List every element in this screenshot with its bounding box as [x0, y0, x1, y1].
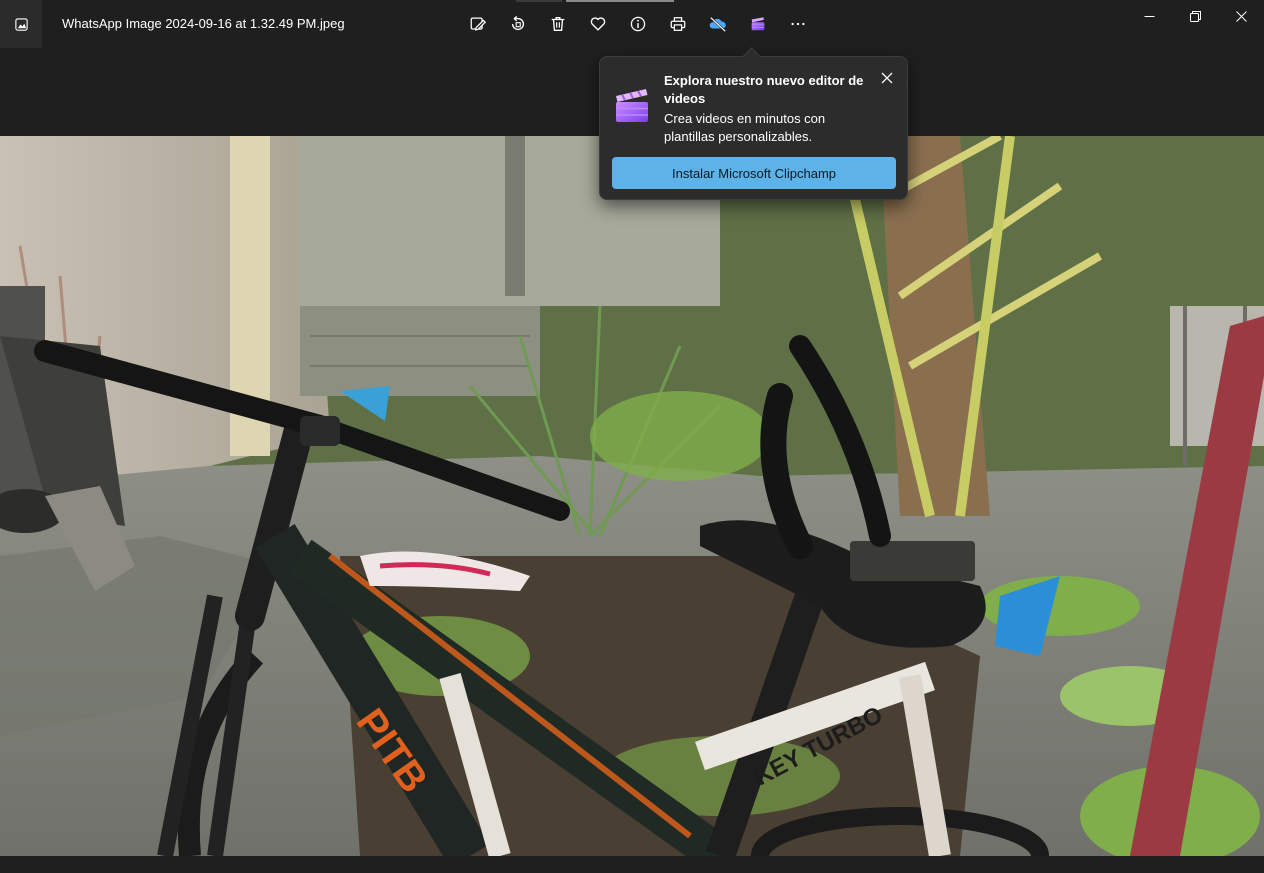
- delete-button[interactable]: [538, 8, 578, 40]
- clipchamp-button[interactable]: [738, 8, 778, 40]
- install-clipchamp-button[interactable]: Instalar Microsoft Clipchamp: [612, 157, 896, 189]
- popup-close-button[interactable]: [876, 67, 898, 89]
- print-button[interactable]: [658, 8, 698, 40]
- delete-icon: [551, 17, 565, 31]
- onedrive-offline-icon: [709, 16, 727, 33]
- favorite-heart-icon: [590, 17, 606, 31]
- close-icon: [881, 72, 893, 84]
- toolbar-top-highlight: [566, 0, 674, 2]
- file-name-title: WhatsApp Image 2024-09-16 at 1.32.49 PM.…: [62, 16, 345, 31]
- clipchamp-promo-popup: Explora nuestro nuevo editor de videos C…: [599, 47, 908, 200]
- popup-title: Explora nuestro nuevo editor de videos: [664, 73, 864, 106]
- edit-image-button[interactable]: [458, 8, 498, 40]
- onedrive-button[interactable]: [698, 8, 738, 40]
- photo-viewer-image[interactable]: PITB KEY TURBO: [0, 136, 1264, 856]
- rotate-icon: [511, 15, 525, 31]
- close-icon: [1235, 10, 1247, 22]
- minimize-button[interactable]: [1126, 0, 1172, 32]
- bicycle-garden-photo: PITB KEY TURBO: [0, 136, 1264, 856]
- title-bar: WhatsApp Image 2024-09-16 at 1.32.49 PM.…: [0, 0, 1264, 48]
- clipchamp-logo-icon: [616, 89, 648, 122]
- clipchamp-icon: [751, 17, 765, 31]
- image-toolbar: [458, 8, 818, 40]
- minimize-icon: [1144, 15, 1154, 17]
- toolbar-top-divider: [516, 0, 562, 2]
- close-window-button[interactable]: [1218, 0, 1264, 32]
- edit-image-icon: [470, 17, 487, 31]
- rotate-button[interactable]: [498, 8, 538, 40]
- window-controls: [1126, 0, 1264, 32]
- viewer-bottom-margin: [0, 856, 1264, 873]
- photos-app-icon[interactable]: [0, 0, 42, 48]
- restore-button[interactable]: [1172, 0, 1218, 32]
- more-options-icon: [791, 22, 805, 26]
- info-button[interactable]: [618, 8, 658, 40]
- print-icon: [670, 17, 686, 31]
- photos-icon: [14, 17, 28, 31]
- popup-body-text: Crea videos en minutos con plantillas pe…: [664, 111, 826, 144]
- info-icon: [630, 16, 646, 32]
- restore-icon: [1189, 10, 1201, 22]
- more-options-button[interactable]: [778, 8, 818, 40]
- favorite-button[interactable]: [578, 8, 618, 40]
